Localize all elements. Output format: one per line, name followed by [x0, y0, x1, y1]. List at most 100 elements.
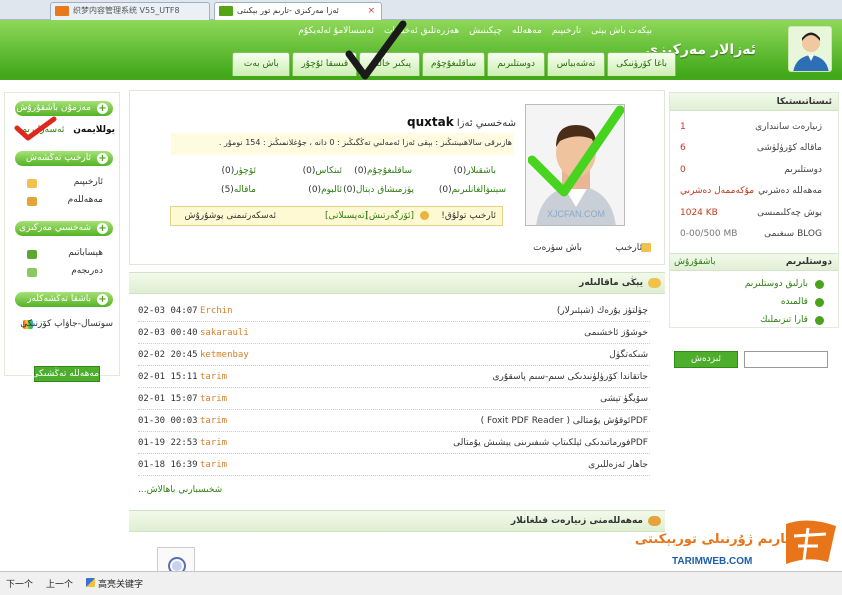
edit-profile-link[interactable]: [ئۆزگەرتىش] — [365, 211, 414, 221]
article-user[interactable]: Erchin — [200, 306, 233, 316]
community-settings-button[interactable]: مەھەللە تەڭشىكى — [32, 366, 100, 382]
article-user[interactable]: ketmenbay — [200, 350, 249, 360]
stat-value: 1024 KB — [680, 208, 718, 218]
sidebar-section-personal[interactable]: شەخسىي مەركىزى + — [15, 221, 113, 236]
follow-list-link[interactable]: قالمىدە — [781, 297, 808, 307]
notice-prefix: ئارخىپ تولۇق! — [441, 211, 496, 221]
article-user[interactable]: tarim — [200, 438, 227, 448]
article-row[interactable]: 01-18 16:39 tarim جاھار ئەزەللىرى — [138, 454, 650, 476]
profile-username: quxtak — [406, 115, 454, 129]
stat-others[interactable]: باشقىلار(0) — [410, 166, 496, 176]
find-bar: 下一个 上一个 高亮关键字 — [0, 571, 842, 595]
article-row[interactable]: 01-30 00:03 tarim PDFئوقۇش يۇمتالى ( Fox… — [138, 410, 650, 432]
browser-tab-title: ئەزا مەركىزى -تارىم تور بېكىتى — [237, 6, 339, 15]
article-date: 01-30 00:03 — [138, 416, 198, 426]
article-row[interactable]: 02-03 04:07 Erchin چۈلتۈز يۇرەك (شېئىرلا… — [138, 300, 650, 322]
sidebar-item-my-community[interactable]: مەھەللەم — [68, 195, 103, 205]
nav-tab-favorites[interactable]: ساقلىغۇچۇم — [422, 52, 486, 76]
find-previous-button[interactable]: 上一个 — [46, 577, 73, 590]
info-icon — [420, 211, 429, 220]
friends-manage-link[interactable]: باشقۇرۇش — [674, 257, 716, 267]
stat-label: مەھەللە دەشرىي — [758, 186, 822, 196]
profile-summary: ھازىرقى سالاھىيىتىڭىز : بېقى ئەزا ئەمەلى… — [218, 138, 512, 147]
search-input[interactable] — [744, 351, 828, 368]
article-row[interactable]: 02-01 15:07 tarim سۆيگۈ تېشى — [138, 388, 650, 410]
sidebar-item-level[interactable]: دەرىجەم — [71, 266, 103, 276]
stat-album[interactable]: ئالبوم(0) — [282, 185, 342, 195]
subnav-profile-link[interactable]: تارخىپىم — [552, 26, 581, 36]
article-user[interactable]: tarim — [200, 372, 227, 382]
subnav-logout-link[interactable]: چېكىنىش — [469, 26, 502, 36]
sidebar-item-label: يوللايمەن — [73, 125, 115, 135]
stat-label: بوش چەكلىمىسى — [757, 208, 822, 218]
hide-notice-link[interactable]: ئەسكەرتىمنى يوشۇرۇش — [184, 211, 276, 221]
stat-messages[interactable]: ئۆچۈر(0) — [204, 166, 256, 176]
stat-value: 1 — [680, 122, 686, 132]
find-next-button[interactable]: 下一个 — [6, 577, 33, 590]
article-user[interactable]: tarim — [200, 416, 227, 426]
nav-tab-friends[interactable]: دوستلىرىم — [487, 52, 546, 76]
sidebar-section-other[interactable]: باشقا تەڭشەكلەر + — [15, 292, 113, 307]
close-tab-icon[interactable]: × — [367, 3, 375, 19]
sidebar-section-content[interactable]: مەزمۇن باشقۇرۇش + — [15, 101, 113, 116]
article-row[interactable]: 02-02 20:45 ketmenbay شىكەتگۈل — [138, 344, 650, 366]
avatar-link[interactable]: باش سۈرەت — [533, 243, 582, 253]
site-favicon-icon — [219, 6, 233, 16]
browser-tab-dedecms[interactable]: 织梦内容管理系统 V55_UTF8 — [50, 2, 210, 20]
article-title[interactable]: شىكەتگۈل — [609, 350, 648, 360]
sidebar-item-account[interactable]: ھېساباتىم — [68, 248, 103, 258]
article-title[interactable]: سۆيگۈ تېشى — [600, 394, 648, 404]
subnav-space-link[interactable]: مەھەللە — [512, 26, 542, 36]
article-user[interactable]: tarim — [200, 460, 227, 470]
all-friends-link[interactable]: بارلىق دوستلىرىم — [745, 279, 808, 289]
article-title[interactable]: PDFفورماتىدىكى ئېلكىتاپ شىفىرىنى يېشىش ي… — [453, 438, 648, 448]
community-icon — [27, 197, 37, 206]
subnav-home-link[interactable]: بېكەت باش بېتى — [591, 26, 652, 36]
browser-tab-member-center[interactable]: ئەزا مەركىزى -تارىم تور بېكىتى × — [214, 2, 382, 20]
logo-url: TARIMWEB.COM — [672, 556, 753, 567]
search-button[interactable]: ئىزدەش — [674, 351, 738, 368]
stat-purchases[interactable]: سېتىۋالغانلىرىم(0) — [410, 185, 506, 195]
stat-comments[interactable]: ئىنكاس(0) — [282, 166, 342, 176]
chat-icon — [648, 278, 661, 288]
highlight-keywords-button[interactable]: 高亮关键字 — [98, 577, 143, 590]
archive-link[interactable]: ئارخىپ — [615, 243, 642, 253]
article-title[interactable]: جاتقاندا كۆرۈلۈنىدىكى سىم-سىم پاسقۇرى — [493, 372, 648, 382]
nav-tab-home[interactable]: باش بەت — [232, 52, 291, 76]
red-checkmark-icon — [14, 116, 57, 141]
article-row[interactable]: 01-19 22:53 tarim PDFفورماتىدىكى ئېلكىتا… — [138, 432, 650, 454]
blacklist-link[interactable]: قارا تىزىملىك — [760, 315, 808, 325]
nav-tab-initiative[interactable]: تەشەبباس — [547, 52, 606, 76]
browser-tab-bar: 织梦内容管理系统 V55_UTF8 ئەزا مەركىزى -تارىم تو… — [0, 0, 842, 20]
stat-label: دوستلىرىم — [784, 165, 822, 175]
stats-header: ئىستاتىستىكا — [670, 93, 838, 111]
visitors-title: مەھەللەمنى زىيارەت قىلغانلار — [510, 516, 643, 526]
stat-label: BLOG سىغىمى — [764, 229, 822, 239]
sidebar-section-profile[interactable]: ئارخىپ تەڭشەش + — [15, 151, 113, 166]
sidebar-item-qa-window[interactable]: سوتسال-جاۋاپ كۆزنىكى — [20, 319, 113, 329]
article-row[interactable]: 02-01 15:11 tarim جاتقاندا كۆرۈلۈنىدىكى … — [138, 366, 650, 388]
article-title[interactable]: خوشۇز ئاخشىمى — [584, 328, 648, 338]
tarim-logo: تارىم ژۇرنىلى توربېكىتى TARIMWEB.COM — [635, 516, 842, 571]
checkmark-icon — [345, 20, 407, 80]
article-title[interactable]: جاھار ئەزەللىرى — [588, 460, 648, 470]
logo-text: تارىم ژۇرنىلى توربېكىتى — [634, 532, 790, 547]
article-user[interactable]: tarim — [200, 394, 227, 404]
stat-articles[interactable]: ماقالە(5) — [204, 185, 256, 195]
bullet-icon — [815, 298, 824, 307]
nav-tab-window[interactable]: باغا كۆرۈنىكى — [607, 52, 676, 76]
plus-icon: + — [97, 294, 108, 305]
article-row[interactable]: 02-03 00:40 sakarauli خوشۇز ئاخشىمى — [138, 322, 650, 344]
friends-header: دوستلىرىم باشقۇرۇش — [670, 253, 838, 271]
article-date: 02-02 20:45 — [138, 350, 198, 360]
more-articles-link[interactable]: شخىسبارىي باھالاش... — [138, 485, 222, 495]
profile-details-link[interactable]: [تەپسىلاتى] — [325, 211, 368, 221]
article-title[interactable]: PDFئوقۇش يۇمتالى ( Foxit PDF Reader ) — [481, 416, 648, 426]
sidebar-item-my-profile[interactable]: ئارخىپىم — [74, 177, 103, 187]
article-user[interactable]: sakarauli — [200, 328, 249, 338]
visitor-avatar[interactable] — [157, 547, 195, 571]
sidebar-section-title: ئارخىپ تەڭشەش — [25, 153, 91, 163]
article-title[interactable]: چۈلتۈز يۇرەك (شېئىرلار) — [557, 306, 648, 316]
archive-icon — [641, 243, 651, 252]
profile-username-line: شەخسىي ئەزا quxtak — [407, 115, 516, 129]
